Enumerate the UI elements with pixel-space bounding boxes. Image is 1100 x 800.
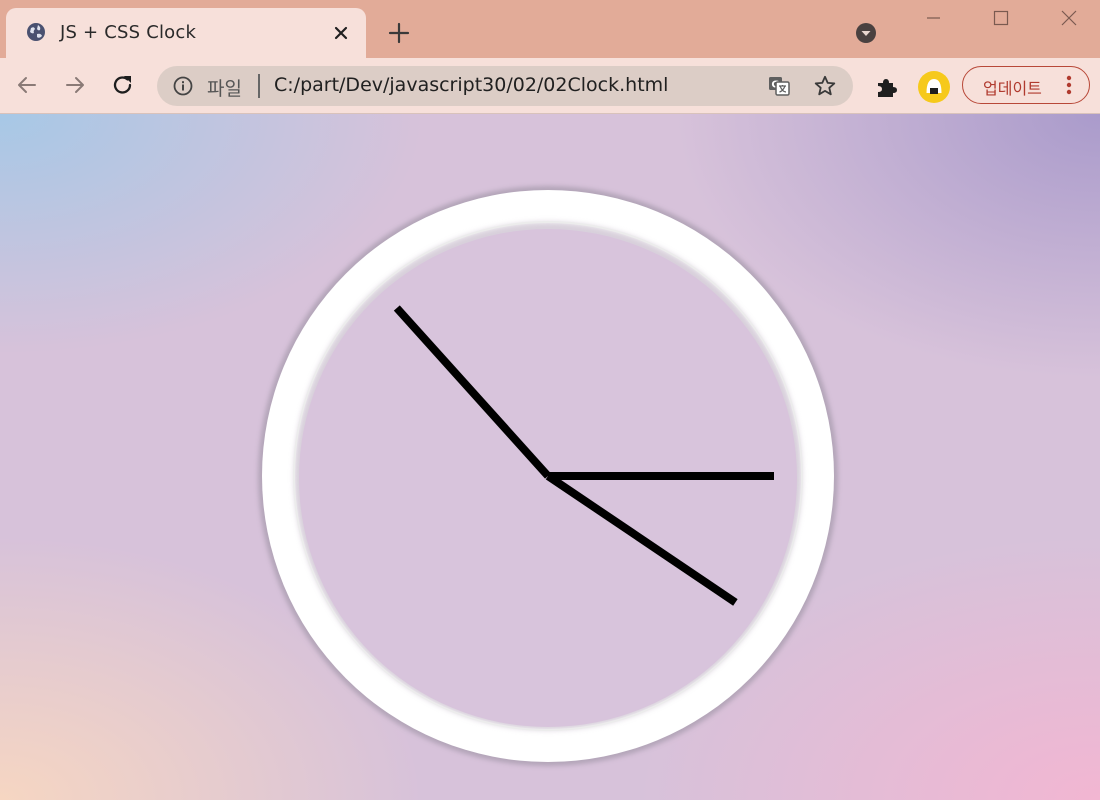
plus-icon[interactable] [386,20,412,46]
star-icon[interactable] [813,74,837,98]
address-bar[interactable]: 파일 C:/part/Dev/javascript30/02/02Clock.h… [157,66,853,106]
clock [258,186,838,766]
chevron-down-circle-icon[interactable] [855,22,877,44]
maximize-icon[interactable] [989,6,1013,30]
browser-window: JS + CSS Clock 파일 C:/part/Dev/javascript… [0,0,1100,800]
forward-arrow-icon[interactable] [62,72,88,98]
tab-active[interactable]: JS + CSS Clock [6,8,366,58]
puzzle-icon[interactable] [874,74,900,100]
info-icon[interactable] [173,76,193,96]
back-arrow-icon[interactable] [14,72,40,98]
update-button[interactable]: 업데이트 [962,66,1090,104]
window-close-icon[interactable] [1057,6,1081,30]
clock-canvas [258,186,838,766]
avatar-icon[interactable] [917,70,951,104]
kebab-menu-icon[interactable] [1066,75,1072,95]
page-viewport [0,114,1100,800]
tab-strip: JS + CSS Clock [0,0,1100,58]
translate-icon[interactable]: G [767,74,791,98]
tab-title: JS + CSS Clock [60,22,197,43]
reload-icon[interactable] [110,72,136,98]
scheme-label: 파일 [207,78,242,100]
update-button-label: 업데이트 [983,79,1042,98]
close-icon[interactable] [330,22,352,44]
url-text[interactable]: C:/part/Dev/javascript30/02/02Clock.html [274,74,668,96]
minimize-icon[interactable] [921,6,945,30]
separator [258,74,260,98]
globe-icon [27,23,45,41]
